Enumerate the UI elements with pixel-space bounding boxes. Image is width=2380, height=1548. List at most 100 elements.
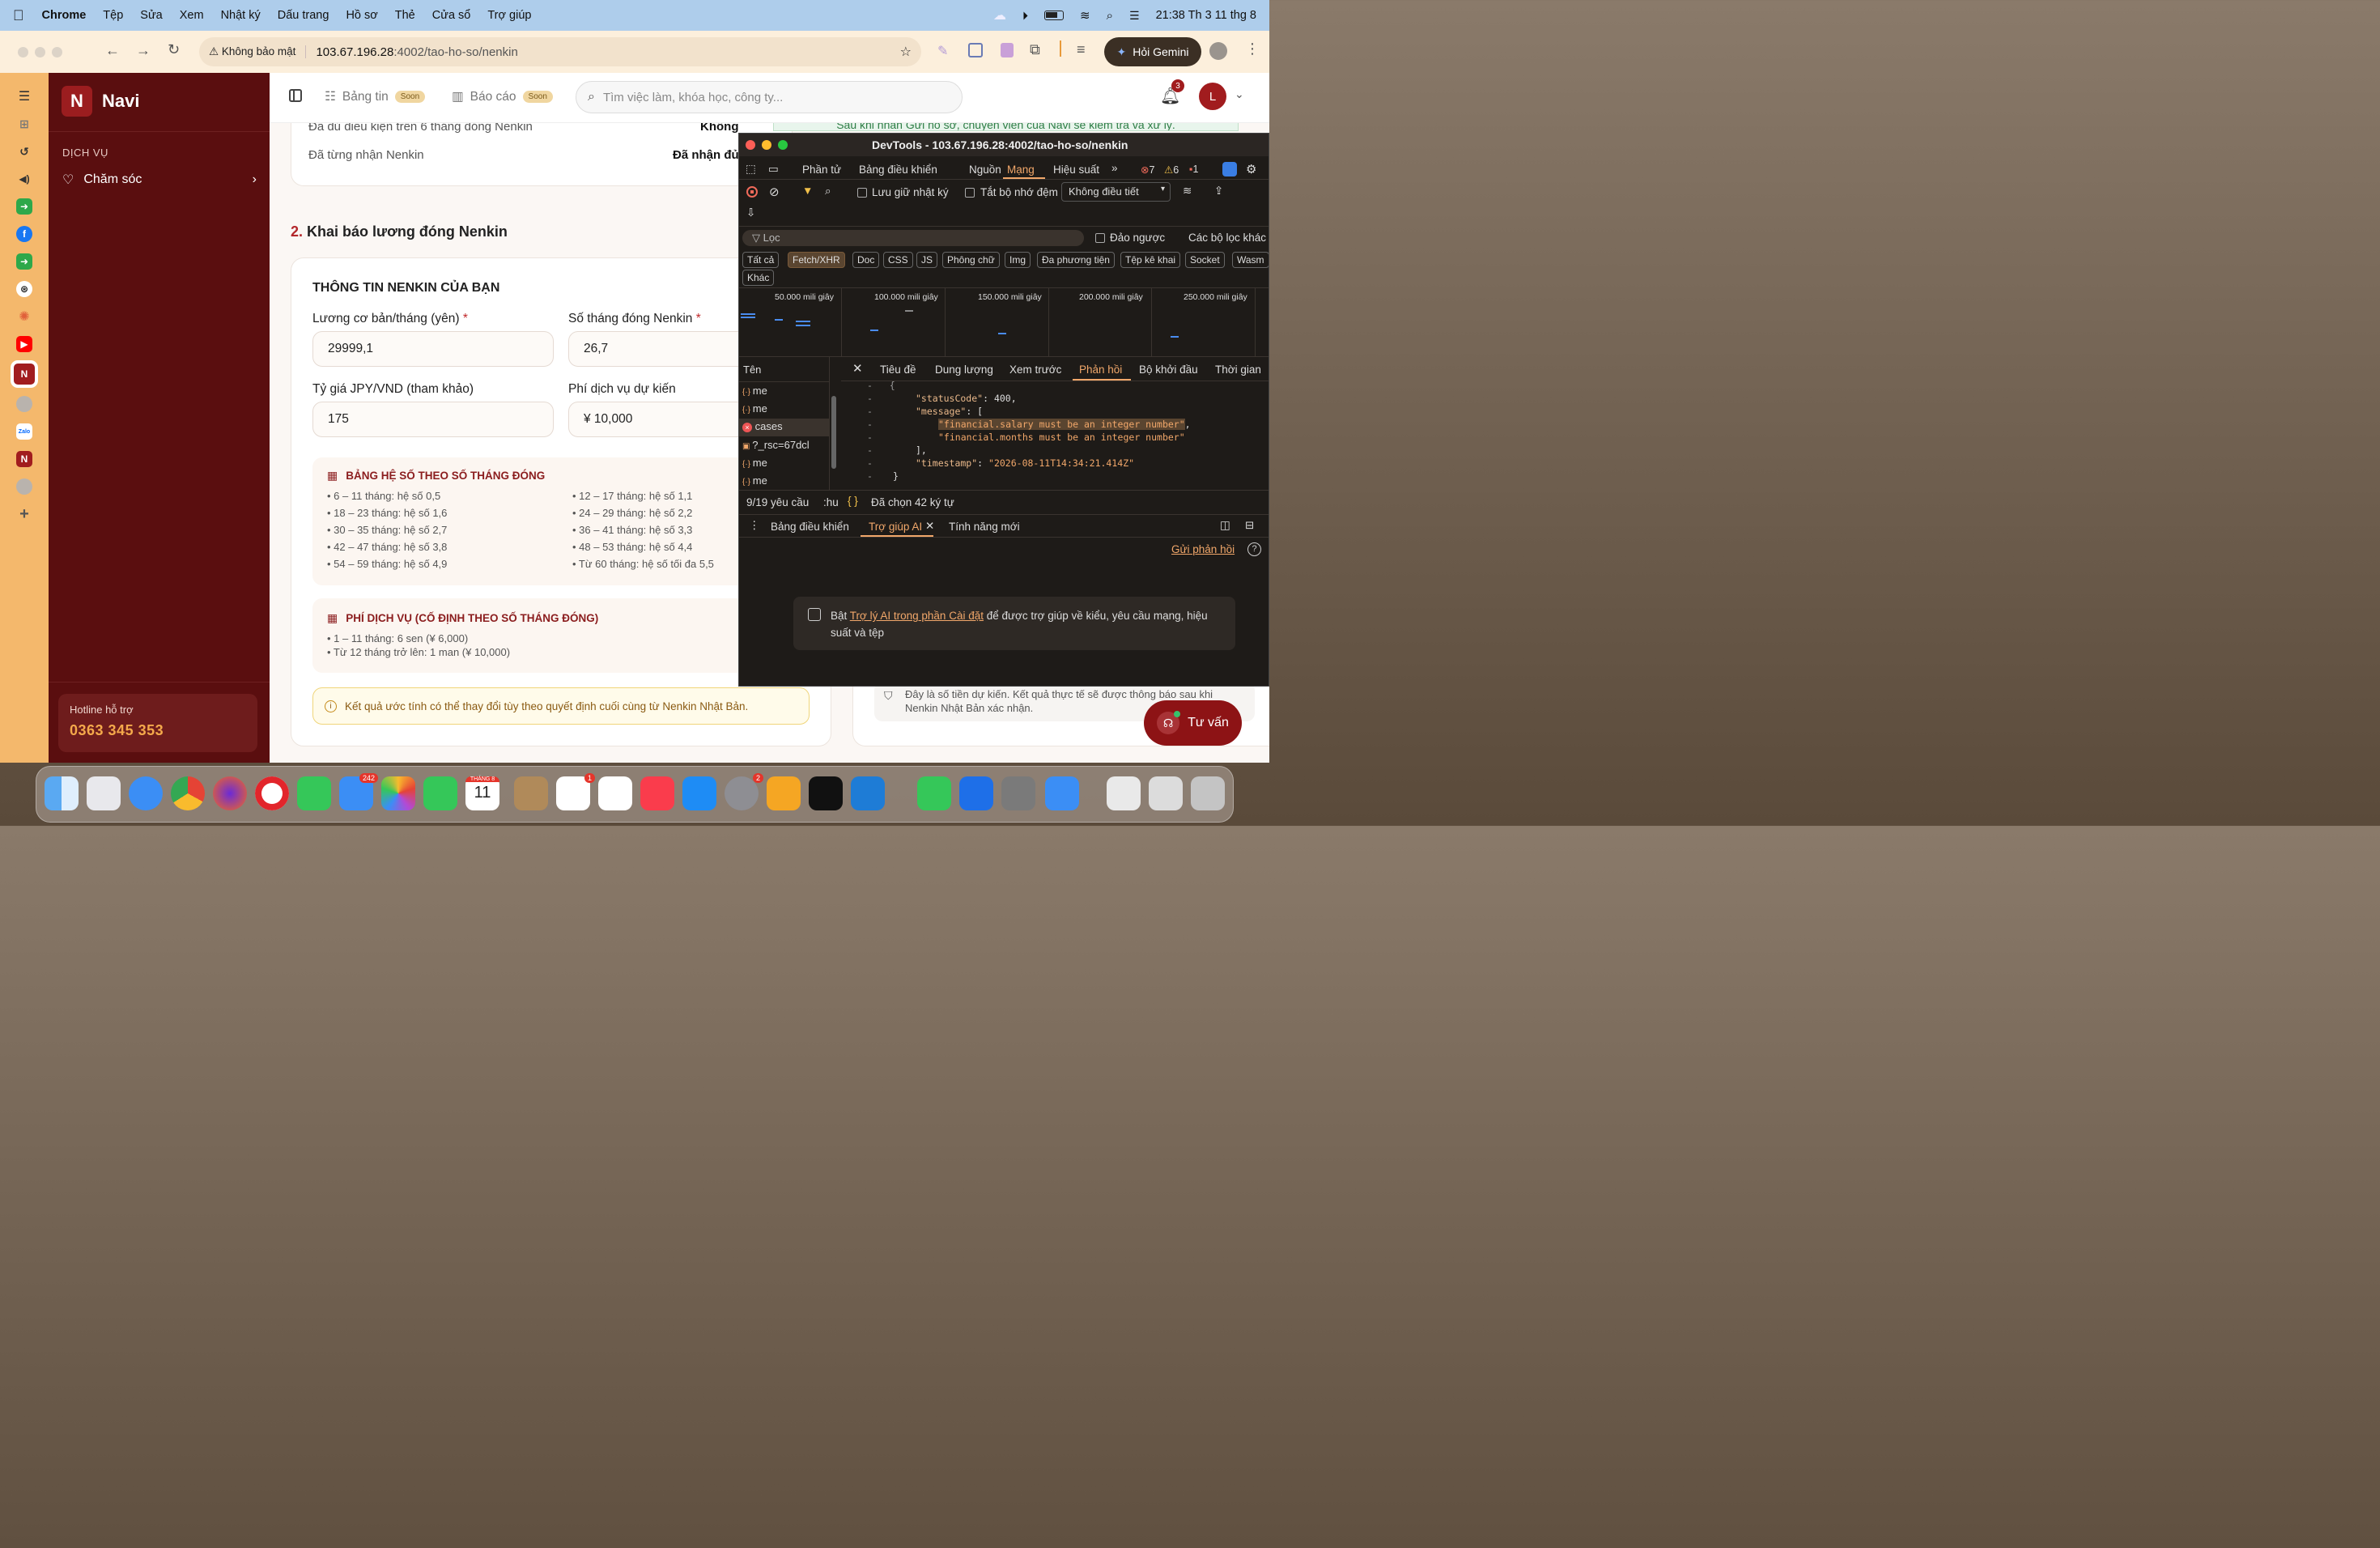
request-row[interactable]: {·} me [742,385,767,397]
chip-socket[interactable]: Socket [1185,252,1225,268]
user-avatar[interactable]: L [1199,83,1226,110]
upload-har-icon[interactable]: ⇪ [1214,185,1223,198]
menu-view[interactable]: Xem [180,9,204,22]
bluetooth-icon[interactable] [959,776,993,810]
chip-other[interactable]: Khác [742,270,775,286]
puzzle-extensions-icon[interactable]: ⧉ [1030,41,1040,58]
chip-font[interactable]: Phông chữ [942,252,1000,268]
inspect-element-icon[interactable]: ⬚ [746,163,756,176]
tab-elements[interactable]: Phần tử [802,164,841,176]
green-app-icon-2[interactable]: ➜ [16,253,32,270]
speaker-icon[interactable]: ◀) [16,171,32,187]
rate-input[interactable]: 175 [312,402,554,437]
navi-app-icon[interactable]: N [14,364,35,385]
music-icon[interactable] [640,776,674,810]
record-icon[interactable] [746,186,758,198]
forward-icon[interactable]: → [136,42,151,59]
gemini-button[interactable]: ✦ Hỏi Gemini [1104,37,1201,66]
facebook-icon[interactable]: f [16,226,32,242]
request-row[interactable]: {·} me [742,402,767,415]
system-settings-icon[interactable]: 2 [725,773,763,810]
menu-bookmarks[interactable]: Dấu trang [278,9,329,22]
claude-icon[interactable]: ✺ [16,308,32,325]
devtools-minimize-button[interactable] [762,140,771,150]
close-detail-icon[interactable]: ✕ [852,361,863,376]
close-tab-icon[interactable]: ✕ [925,520,934,533]
zalo-icon[interactable]: Zalo [16,423,32,440]
error-count[interactable]: ⊗7 [1141,164,1154,176]
window-zoom-button[interactable] [52,46,62,57]
ai-assistance-icon[interactable] [1222,162,1237,176]
tab-network[interactable]: Mạng [1007,164,1035,176]
spotlight-icon[interactable]: ⌕ [1107,9,1113,23]
invert-checkbox[interactable] [1095,233,1105,243]
preserve-log-checkbox[interactable] [857,188,867,198]
tab-performance[interactable]: Hiệu suất [1053,164,1099,176]
globe-icon-2[interactable] [16,478,32,495]
filter-input[interactable]: ▽ Lọc [742,230,1084,246]
launchpad-icon[interactable] [87,776,121,810]
menubar-clock[interactable]: 21:38 Th 3 11 thg 8 [1156,9,1256,22]
play-icon[interactable]: ⏵ [1022,9,1028,23]
close-drawer-icon[interactable]: ⊟ [1245,519,1254,532]
tab-sources[interactable]: Nguồn [969,164,1001,176]
more-filters-label[interactable]: Các bộ lọc khác [1188,232,1266,244]
more-menu-icon[interactable]: ⋮ [1245,40,1260,57]
green-app-icon[interactable]: ➜ [16,198,32,215]
chevron-down-icon[interactable]: ⌄ [1235,87,1244,101]
response-viewer[interactable]: - { - - - - - - - "statusCode": 400, "me… [841,381,1269,490]
firefox-icon[interactable] [213,776,247,810]
onedrive-icon[interactable] [1045,776,1079,810]
trash-icon[interactable] [1191,776,1225,810]
history-icon[interactable]: ↺ [16,143,32,159]
menu-edit[interactable]: Sửa [140,9,162,22]
reading-list-icon[interactable]: ≡ [1077,41,1086,58]
tab-bao-cao[interactable]: ▥ Báo cáo Soon [452,89,553,104]
timeline-overview[interactable]: 50.000 mili giây 100.000 mili giây 150.0… [739,288,1269,356]
drawer-tab-whats-new[interactable]: Tính năng mới [949,521,1020,533]
request-row[interactable]: ▣ ?_rsc=67dcl [742,439,810,451]
name-column-header[interactable]: Tên [743,364,761,376]
control-center-icon[interactable]: ☰ [1129,9,1140,23]
chip-media[interactable]: Đa phương tiện [1037,252,1115,268]
menu-file[interactable]: Tệp [103,9,123,22]
ai-settings-link[interactable]: Trợ lý AI trong phần Cài đặt [850,610,984,622]
window-minimize-button[interactable] [35,46,45,57]
numbers-icon[interactable] [917,776,951,810]
finder-icon[interactable] [45,776,79,810]
vscode-icon[interactable] [851,776,885,810]
menu-window[interactable]: Cửa sổ [432,9,471,22]
opera-icon[interactable] [255,776,289,810]
send-feedback-link[interactable]: Gửi phản hồi [1171,543,1235,555]
add-app-icon[interactable]: + [16,505,32,523]
devtools-zoom-button[interactable] [778,140,788,150]
tab-console[interactable]: Bảng điều khiển [859,164,937,176]
mail-icon[interactable]: 242 [339,773,378,810]
chip-manifest[interactable]: Tệp kê khai [1120,252,1181,268]
tab-preview[interactable]: Xem trước [1009,364,1061,376]
settings-gear-icon[interactable]: ⚙ [1246,162,1256,176]
youtube-icon[interactable]: ▶ [16,336,32,352]
request-row-selected[interactable]: × cases [739,419,830,436]
back-icon[interactable]: ← [105,42,120,59]
wifi-icon[interactable]: ≋ [1080,8,1090,23]
chip-fetch-xhr[interactable]: Fetch/XHR [788,252,845,268]
search-network-icon[interactable]: ⌕ [825,185,831,198]
collapse-menu-icon[interactable]: ☰ [16,88,32,104]
filter-funnel-icon[interactable]: ▼ [802,185,813,197]
reload-icon[interactable]: ↻ [168,41,180,58]
window-close-button[interactable] [18,46,28,57]
pen-extension-icon[interactable]: ✎ [937,43,948,59]
extension-icon-2[interactable] [1001,43,1014,57]
throttle-select[interactable]: Không điều tiết ▾ [1061,182,1171,202]
menu-tab[interactable]: Thẻ [395,9,415,22]
grid-apps-icon[interactable]: ⊞ [16,116,32,132]
warning-count[interactable]: ⚠6 [1164,164,1179,176]
chip-doc[interactable]: Doc [852,252,880,268]
terminal-icon[interactable] [809,776,843,810]
request-row[interactable]: {·} me [742,457,767,469]
more-tabs-icon[interactable]: » [1111,162,1118,174]
apple-menu-icon[interactable]:  [13,7,24,24]
clear-icon[interactable]: ⊘ [769,185,780,199]
scrollbar[interactable] [831,396,836,469]
